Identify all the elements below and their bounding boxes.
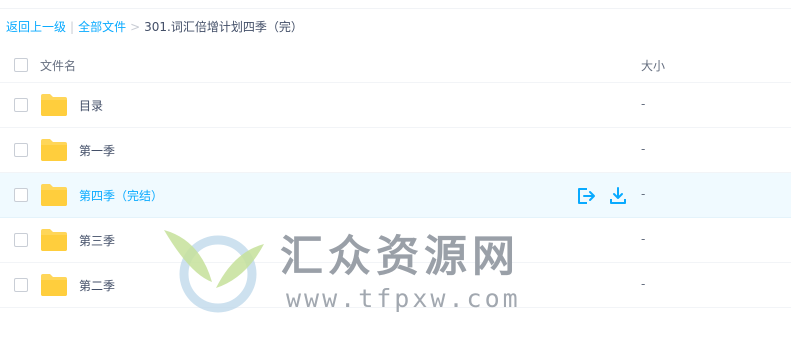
file-row[interactable]: 目录 -: [0, 83, 791, 128]
back-link[interactable]: 返回上一级: [6, 20, 66, 34]
top-strip: [0, 0, 791, 9]
folder-icon: [41, 139, 67, 161]
column-header-size[interactable]: 大小: [641, 57, 665, 74]
file-size: -: [641, 142, 646, 156]
select-all-checkbox[interactable]: [14, 58, 28, 72]
file-row[interactable]: 第三季 -: [0, 218, 791, 263]
file-size: -: [641, 187, 646, 201]
file-row[interactable]: 第一季 -: [0, 128, 791, 173]
file-name[interactable]: 第四季（完结）: [79, 187, 163, 204]
file-size: -: [641, 97, 646, 111]
folder-icon: [41, 184, 67, 206]
row-checkbox[interactable]: [14, 233, 28, 247]
row-checkbox[interactable]: [14, 188, 28, 202]
breadcrumb: 返回上一级 | 全部文件 >301.词汇倍增计划四季（完）: [6, 19, 303, 35]
file-size: -: [641, 232, 646, 246]
file-name[interactable]: 第三季: [79, 232, 115, 249]
folder-icon: [41, 229, 67, 251]
column-header-name[interactable]: 文件名: [40, 57, 76, 74]
folder-icon: [41, 274, 67, 296]
download-icon[interactable]: [608, 186, 628, 206]
file-name[interactable]: 第一季: [79, 142, 115, 159]
row-checkbox[interactable]: [14, 278, 28, 292]
file-list-header: 文件名 大小: [0, 48, 791, 83]
folder-icon: [41, 94, 67, 116]
file-row[interactable]: 第四季（完结） -: [0, 173, 791, 218]
file-name[interactable]: 目录: [79, 97, 103, 114]
row-checkbox[interactable]: [14, 98, 28, 112]
share-icon[interactable]: [576, 186, 596, 206]
row-checkbox[interactable]: [14, 143, 28, 157]
breadcrumb-current: 301.词汇倍增计划四季（完）: [144, 20, 303, 34]
file-size: -: [641, 277, 646, 291]
all-files-link[interactable]: 全部文件: [78, 20, 126, 34]
file-row[interactable]: 第二季 -: [0, 263, 791, 308]
breadcrumb-divider: |: [70, 20, 75, 34]
breadcrumb-separator: >: [130, 20, 141, 34]
file-name[interactable]: 第二季: [79, 277, 115, 294]
